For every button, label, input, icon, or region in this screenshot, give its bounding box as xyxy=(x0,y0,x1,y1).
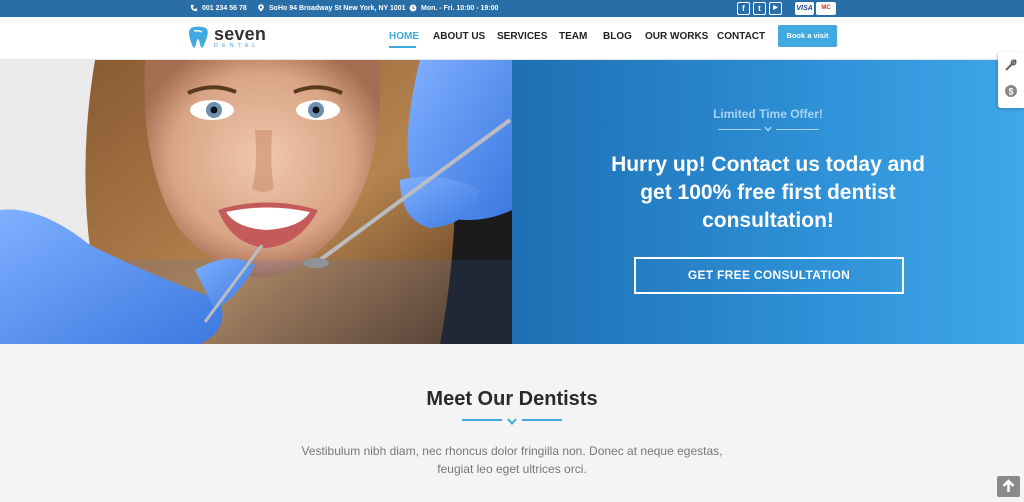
section-title: Meet Our Dentists xyxy=(426,388,598,410)
nav-active-underline xyxy=(389,46,416,48)
location-icon xyxy=(258,4,264,12)
wrench-icon[interactable] xyxy=(1004,58,1018,72)
nav-team[interactable]: TEAM xyxy=(559,31,587,42)
chevron-down-icon xyxy=(764,126,772,132)
main-header: seven DENTAL HOME ABOUT US SERVICES TEAM… xyxy=(0,17,1024,60)
youtube-icon[interactable]: ▶ xyxy=(769,2,782,15)
nav-home[interactable]: HOME xyxy=(389,31,419,42)
nav-services[interactable]: SERVICES xyxy=(497,31,547,42)
phone-icon xyxy=(190,4,198,12)
hours-text: Mon. - Fri. 10:00 - 19:00 xyxy=(421,4,499,12)
hours-info: Mon. - Fri. 10:00 - 19:00 xyxy=(409,4,498,12)
section-divider-left xyxy=(462,419,502,421)
scroll-to-top-button[interactable] xyxy=(997,476,1020,497)
clock-icon xyxy=(409,4,417,12)
book-visit-button[interactable]: Book a visit xyxy=(778,25,837,47)
offer-divider-left xyxy=(718,129,761,130)
offer-panel: Limited Time Offer! Hurry up! Contact us… xyxy=(512,60,1024,344)
offer-divider-right xyxy=(776,129,819,130)
address-text: SoHo 94 Broadway St New York, NY 1001 xyxy=(269,4,406,12)
arrow-up-icon xyxy=(1002,479,1015,492)
description-line-2: feugiat leo eget ultrices orci. xyxy=(437,462,587,476)
visa-card-icon: VISA xyxy=(795,2,814,15)
svg-text:$: $ xyxy=(1008,86,1013,96)
nav-blog[interactable]: BLOG xyxy=(603,31,632,42)
side-tools-panel: $ xyxy=(998,52,1024,108)
free-consultation-button[interactable]: GET FREE CONSULTATION xyxy=(634,257,904,294)
phone-text: 001 234 56 78 xyxy=(202,4,247,12)
nav-contact[interactable]: CONTACT xyxy=(717,31,765,42)
logo[interactable]: seven DENTAL xyxy=(188,25,266,50)
offer-label: Limited Time Offer! xyxy=(713,107,823,121)
section-divider-right xyxy=(522,419,562,421)
section-description: Vestibulum nibh diam, nec rhoncus dolor … xyxy=(262,442,762,478)
logo-subtitle: DENTAL xyxy=(214,43,260,49)
mastercard-icon: MC xyxy=(816,2,836,15)
chevron-down-icon xyxy=(507,418,517,425)
headline-line-1: Hurry up! Contact us today and xyxy=(611,153,925,176)
tooth-logo-icon xyxy=(189,26,208,48)
hero-section: Limited Time Offer! Hurry up! Contact us… xyxy=(0,60,1024,344)
nav-about-us[interactable]: ABOUT US xyxy=(433,31,485,42)
hero-photo xyxy=(0,60,512,344)
facebook-icon[interactable]: f xyxy=(737,2,750,15)
phone-info: 001 234 56 78 xyxy=(190,4,247,12)
top-bar: 001 234 56 78 SoHo 94 Broadway St New Yo… xyxy=(0,0,1024,17)
description-line-1: Vestibulum nibh diam, nec rhoncus dolor … xyxy=(301,444,723,458)
hero-headline: Hurry up! Contact us today and get 100% … xyxy=(572,151,964,235)
logo-name: seven xyxy=(214,24,267,44)
twitter-icon[interactable]: t xyxy=(753,2,766,15)
headline-line-3: consultation! xyxy=(702,209,834,232)
nav-our-works[interactable]: OUR WORKS xyxy=(645,31,708,42)
headline-line-2: get 100% free first dentist xyxy=(640,181,896,204)
dollar-icon[interactable]: $ xyxy=(1004,84,1018,98)
address-info: SoHo 94 Broadway St New York, NY 1001 xyxy=(257,4,406,12)
dentists-section: Meet Our Dentists Vestibulum nibh diam, … xyxy=(0,344,1024,502)
